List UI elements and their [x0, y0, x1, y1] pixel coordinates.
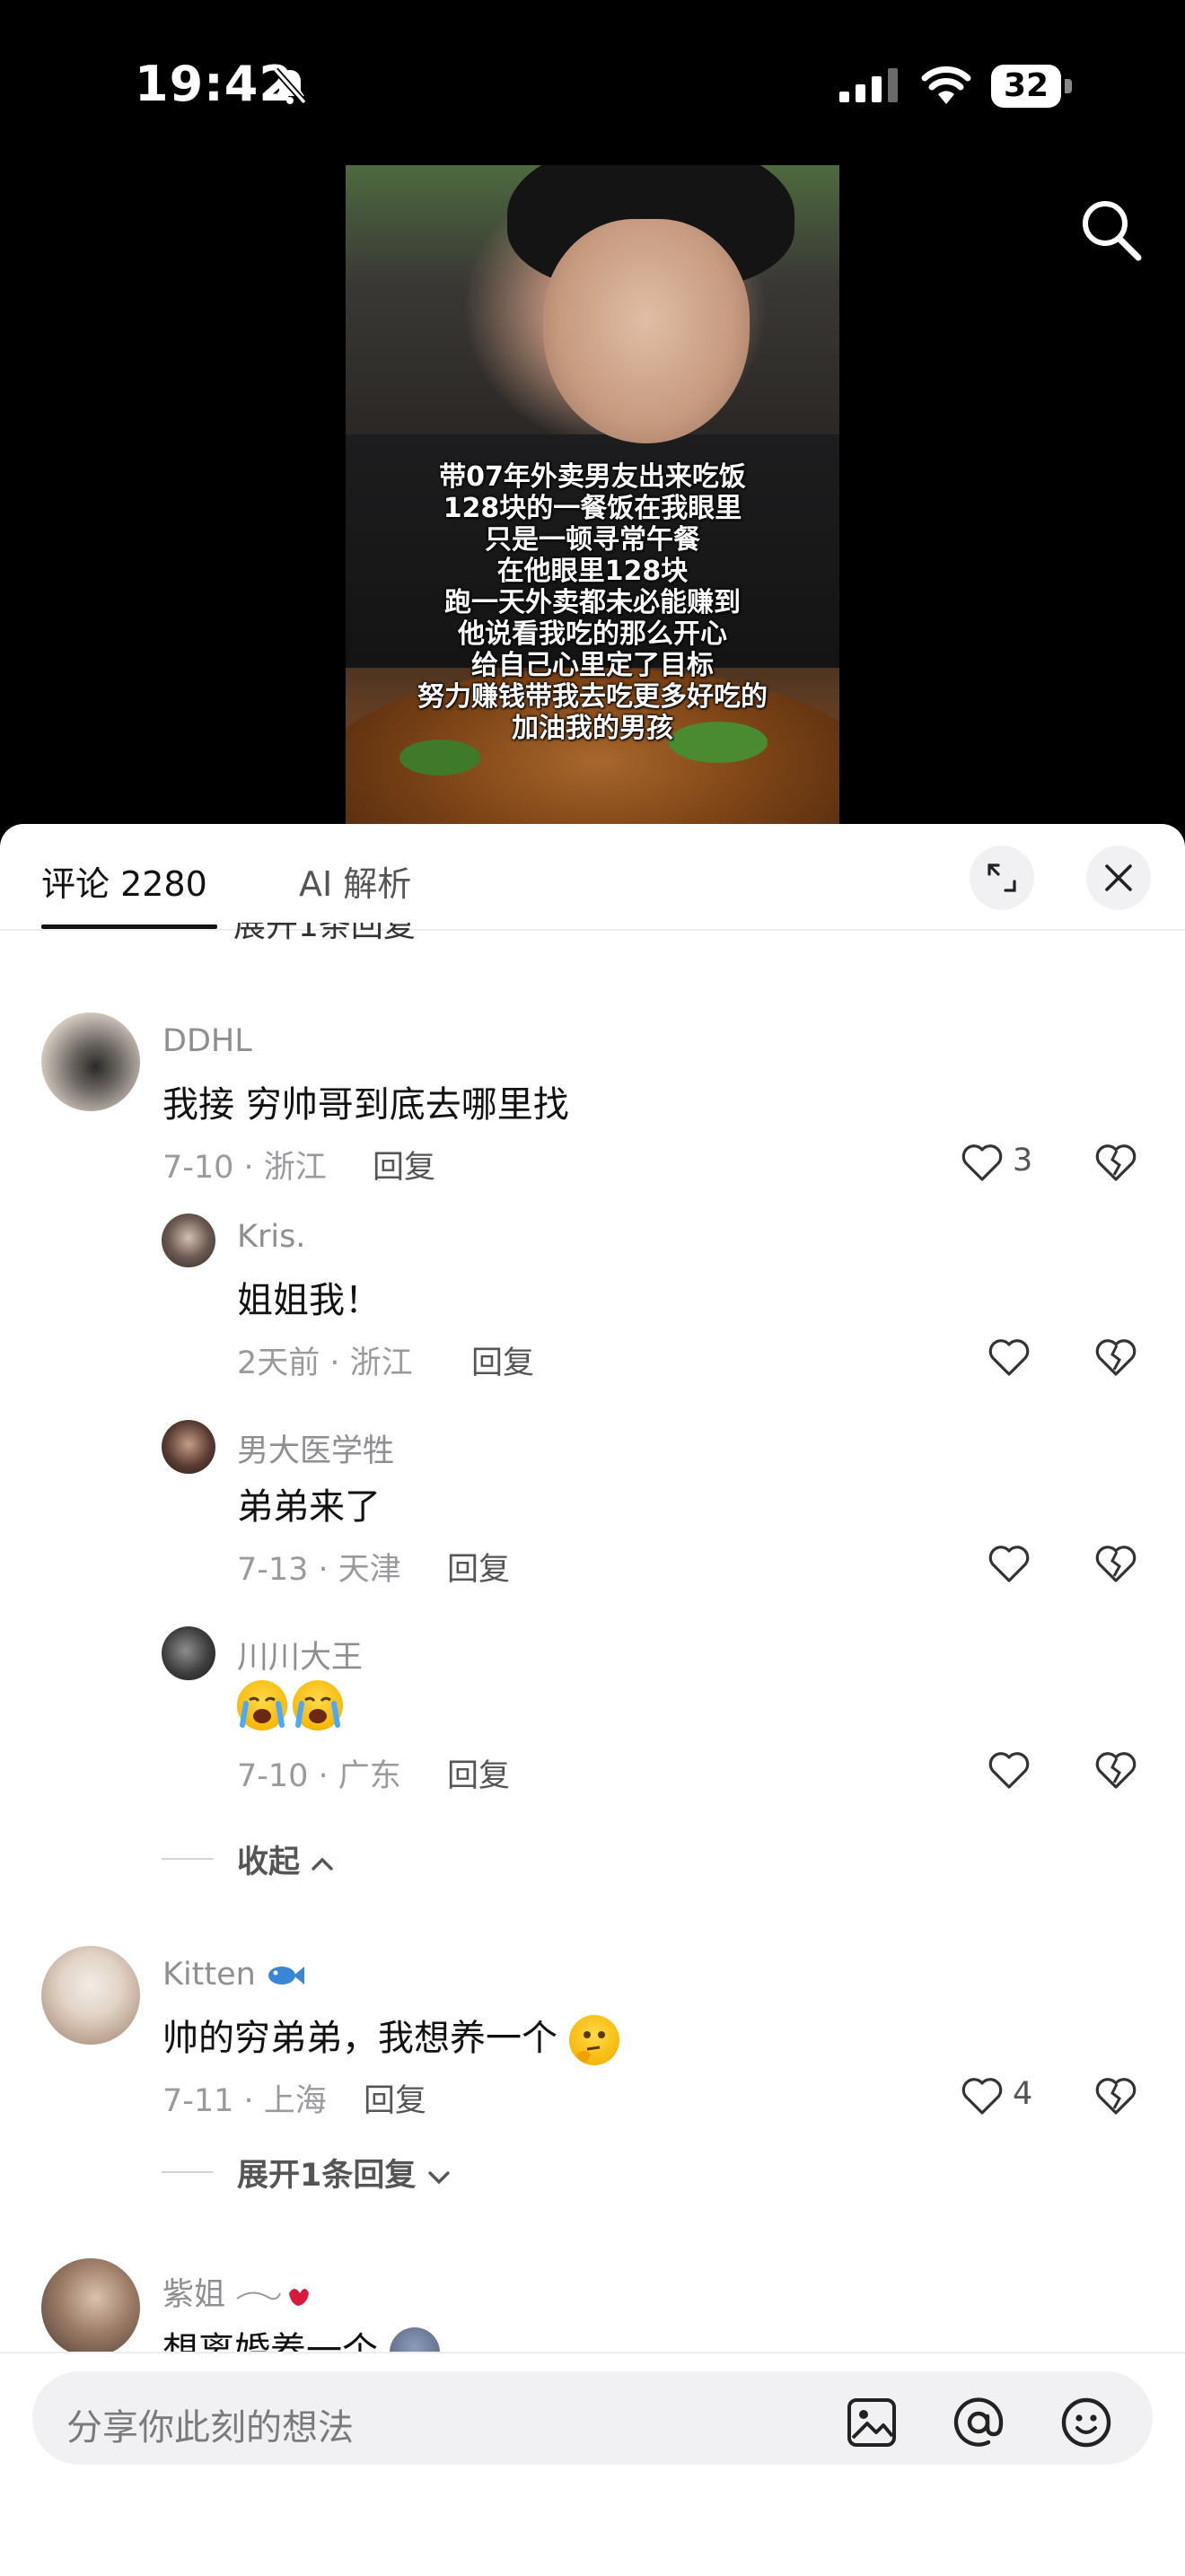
image-icon[interactable] — [846, 2396, 898, 2449]
expand-replies-button[interactable]: 展开1条回复 — [237, 2150, 451, 2195]
caption-line: 他说看我吃的那么开心 — [458, 618, 727, 650]
fish-icon — [268, 1967, 304, 1985]
avatar[interactable] — [41, 2258, 140, 2357]
comment-text — [237, 1680, 348, 1730]
search-icon[interactable] — [1077, 196, 1146, 264]
collapse-replies-button[interactable]: 收起 — [237, 1836, 334, 1882]
at-mention-icon[interactable] — [952, 2396, 1005, 2449]
reply-button[interactable]: 回复 — [447, 1544, 510, 1590]
heart-icon[interactable] — [988, 1337, 1031, 1380]
comment-meta: 7-13 · 天津 — [237, 1552, 401, 1588]
comment-text: 姐姐我！ — [237, 1280, 381, 1321]
video-food-greens — [399, 740, 480, 775]
caption-line: 努力赚钱带我去吃更多好吃的 — [417, 681, 768, 713]
emoji-picker-icon[interactable] — [1060, 2396, 1112, 2449]
comment-username[interactable]: 川川大王 — [237, 1632, 363, 1678]
heart-icon[interactable] — [961, 2076, 1004, 2119]
wifi-icon — [920, 65, 972, 108]
crying-emoji-icon — [293, 1680, 343, 1730]
comment-sheet: 评论 2280 AI 解析 展开1条回复 DDHL 我接 穷帅哥到底去哪里找 7… — [0, 824, 1185, 2574]
comment-username[interactable]: 紫姐 — [162, 2269, 311, 2315]
caption-line: 在他眼里128块 — [496, 556, 689, 587]
broken-heart-icon[interactable] — [1094, 2076, 1137, 2119]
comment-meta: 2天前 · 浙江 — [237, 1345, 413, 1381]
comment-text: 弟弟来了 — [237, 1486, 381, 1528]
comment-username[interactable]: 男大医学牲 — [237, 1425, 394, 1471]
caption-line: 只是一顿寻常午餐 — [485, 524, 700, 556]
comment-input-placeholder: 分享你此刻的想法 — [66, 2407, 354, 2449]
chevron-down-icon — [427, 2171, 450, 2185]
broken-heart-icon[interactable] — [1094, 1337, 1137, 1380]
clipped-expand-label: 展开1条回复 — [233, 923, 416, 942]
broken-heart-icon[interactable] — [1094, 1750, 1137, 1793]
decoration-icon — [236, 2289, 310, 2306]
comment-meta: 7-10 · 广东 — [237, 1758, 401, 1794]
video-thumbnail[interactable]: 带07年外卖男友出来吃饭 128块的一餐饭在我眼里 只是一顿寻常午餐 在他眼里1… — [346, 165, 839, 825]
comment-input-bar: 分享你此刻的想法 — [0, 2352, 1185, 2576]
caption-line: 给自己心里定了目标 — [471, 650, 714, 681]
comment-username[interactable]: DDHL — [162, 1023, 252, 1059]
reply-button[interactable]: 回复 — [447, 1750, 510, 1796]
comment-username[interactable]: Kris. — [237, 1219, 305, 1255]
video-caption: 带07年外卖男友出来吃饭 128块的一餐饭在我眼里 只是一顿寻常午餐 在他眼里1… — [346, 461, 839, 744]
battery-level: 32 — [991, 65, 1061, 108]
caption-line: 加油我的男孩 — [512, 713, 673, 744]
status-bar: 19:42 32 — [0, 0, 1185, 171]
tab-ai-analysis[interactable]: AI 解析 — [299, 856, 411, 906]
heart-icon[interactable] — [961, 1143, 1004, 1186]
caption-line: 跑一天外卖都未必能赚到 — [444, 587, 741, 618]
avatar[interactable] — [41, 1012, 140, 1111]
heart-icon[interactable] — [988, 1750, 1031, 1793]
reply-button[interactable]: 回复 — [364, 2075, 426, 2121]
close-icon[interactable] — [1086, 846, 1151, 910]
comment-input[interactable]: 分享你此刻的想法 — [32, 2371, 1153, 2465]
reply-button[interactable]: 回复 — [471, 1337, 534, 1383]
tabs-divider — [0, 929, 1185, 931]
bell-muted-icon — [272, 66, 308, 110]
chevron-up-icon — [312, 1857, 333, 1871]
comment-text-body: 帅的穷弟弟，我想养一个 — [162, 2018, 557, 2059]
thinking-emoji-icon — [568, 2015, 619, 2065]
reply-button[interactable]: 回复 — [373, 1142, 435, 1187]
comment-tabs: 评论 2280 AI 解析 — [0, 824, 1185, 931]
comment-meta: 7-11 · 上海 — [162, 2083, 327, 2119]
toggle-divider-line — [162, 1858, 214, 1860]
comment-text: 帅的穷弟弟，我想养一个 — [162, 2009, 625, 2065]
battery-indicator: 32 — [991, 65, 1074, 108]
expand-icon[interactable] — [970, 846, 1034, 910]
avatar[interactable] — [162, 1420, 215, 1474]
video-figure-face — [543, 219, 750, 443]
expand-label: 展开1条回复 — [237, 2158, 417, 2194]
like-count: 4 — [1013, 2076, 1033, 2112]
comment-text: 我接 穷帅哥到底去哪里找 — [162, 1084, 569, 1126]
broken-heart-icon[interactable] — [1094, 1143, 1137, 1186]
status-time: 19:42 — [135, 56, 294, 112]
like-count: 3 — [1013, 1143, 1033, 1178]
heart-icon[interactable] — [988, 1544, 1031, 1587]
avatar[interactable] — [162, 1214, 215, 1267]
avatar[interactable] — [41, 1946, 140, 2045]
comment-username-text: Kitten — [162, 1957, 256, 1993]
caption-line: 带07年外卖男友出来吃饭 — [439, 461, 746, 493]
comment-username[interactable]: Kitten — [162, 1957, 305, 1993]
comment-meta: 7-10 · 浙江 — [162, 1150, 327, 1186]
cellular-signal-icon — [839, 68, 900, 108]
avatar[interactable] — [162, 1626, 215, 1680]
clipped-expand-replies[interactable]: 展开1条回复 — [233, 923, 416, 942]
toggle-divider-line — [162, 2171, 214, 2173]
battery-nub — [1065, 79, 1072, 93]
crying-emoji-icon — [237, 1680, 287, 1730]
comment-username-text: 紫姐 — [162, 2277, 226, 2313]
tab-comments[interactable]: 评论 2280 — [41, 856, 207, 906]
caption-line: 128块的一餐饭在我眼里 — [443, 493, 742, 524]
broken-heart-icon[interactable] — [1094, 1544, 1137, 1587]
collapse-label: 收起 — [237, 1844, 301, 1880]
